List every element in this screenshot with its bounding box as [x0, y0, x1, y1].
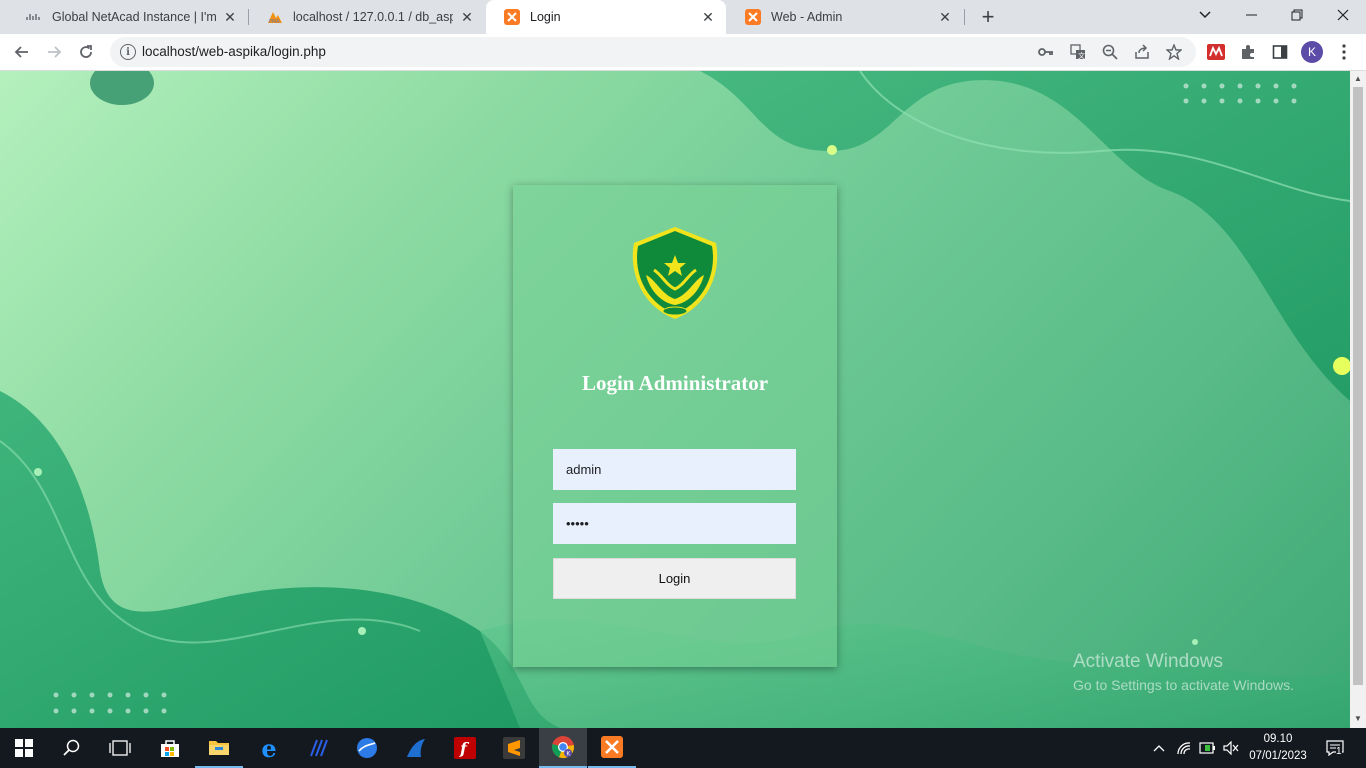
- scroll-down-arrow-icon[interactable]: ▼: [1354, 714, 1362, 723]
- watermark-subtitle: Go to Settings to activate Windows.: [1073, 677, 1294, 693]
- cisco-icon: [26, 9, 42, 25]
- close-tab-icon[interactable]: ✕: [222, 9, 238, 25]
- clock-time: 09.10: [1263, 733, 1293, 745]
- taskbar-store[interactable]: [146, 728, 194, 768]
- activate-windows-watermark: Activate Windows Go to Settings to activ…: [1073, 651, 1294, 693]
- svg-text:文: 文: [1078, 51, 1085, 60]
- zoom-icon[interactable]: [1102, 44, 1118, 60]
- taskbar-edge[interactable]: e: [245, 728, 293, 768]
- scroll-up-arrow-icon[interactable]: ▲: [1354, 74, 1362, 83]
- page-viewport: Login Administrator admin ••••• Login Ac…: [0, 71, 1350, 728]
- xampp-icon: [601, 736, 623, 758]
- site-info-icon[interactable]: i: [120, 44, 136, 60]
- tab-separator: [964, 9, 965, 25]
- watermark-title: Activate Windows: [1073, 651, 1223, 672]
- chrome-icon: K: [552, 736, 574, 759]
- login-button[interactable]: Login: [553, 558, 796, 599]
- key-icon[interactable]: [1038, 44, 1054, 60]
- tab-netacad[interactable]: Global NetAcad Instance | I'm Le ✕: [8, 0, 248, 34]
- tab-search-icon[interactable]: [1182, 0, 1228, 30]
- close-window-button[interactable]: [1320, 0, 1366, 30]
- network-icon[interactable]: [1174, 728, 1194, 768]
- notification-center[interactable]: 1: [1322, 728, 1348, 768]
- battery-icon[interactable]: [1198, 728, 1218, 768]
- task-view-button[interactable]: [96, 728, 144, 768]
- minimize-button[interactable]: [1228, 0, 1274, 30]
- taskbar-app-globe[interactable]: [343, 728, 391, 768]
- back-button[interactable]: [8, 38, 36, 66]
- translate-icon[interactable]: 文: [1070, 44, 1086, 60]
- close-tab-icon[interactable]: ✕: [700, 9, 716, 25]
- taskbar-app-blue[interactable]: [294, 728, 342, 768]
- start-button[interactable]: [0, 728, 48, 768]
- xampp-icon: [504, 9, 520, 25]
- reload-button[interactable]: [72, 38, 100, 66]
- volume-muted-icon[interactable]: [1221, 728, 1241, 768]
- xampp-icon: [745, 9, 761, 25]
- close-tab-icon[interactable]: ✕: [459, 9, 475, 25]
- profile-avatar[interactable]: K: [1301, 41, 1323, 63]
- globe-icon: [357, 738, 377, 758]
- tab-web-admin[interactable]: Web - Admin ✕: [727, 0, 963, 34]
- fin-icon: [407, 739, 425, 757]
- search-icon: [63, 739, 80, 756]
- taskbar-app-fin[interactable]: [392, 728, 440, 768]
- bookmark-star-icon[interactable]: [1166, 44, 1182, 60]
- login-card: Login Administrator admin ••••• Login: [513, 185, 837, 667]
- side-panel-icon[interactable]: [1270, 42, 1290, 62]
- windows-icon: [15, 739, 33, 757]
- clock-date: 07/01/2023: [1249, 750, 1307, 762]
- page-title: Login Administrator: [581, 371, 769, 395]
- tab-title: Global NetAcad Instance | I'm Le: [52, 10, 216, 24]
- sublime-icon: [503, 737, 525, 759]
- extension-red-icon[interactable]: [1206, 42, 1226, 62]
- new-tab-button[interactable]: +: [976, 4, 1000, 29]
- university-logo: [632, 227, 718, 319]
- taskbar-chrome[interactable]: K: [539, 728, 587, 768]
- app-blue-icon: [310, 739, 328, 757]
- url-text: localhost/web-aspika/login.php: [142, 44, 326, 59]
- forward-button[interactable]: [40, 38, 68, 66]
- windows-taskbar: e f K 09.10 07/01/2023 1: [0, 728, 1366, 768]
- tab-title: Login: [530, 10, 561, 24]
- taskbar-file-explorer[interactable]: [195, 728, 243, 768]
- filezilla-icon: f: [454, 737, 476, 759]
- close-tab-icon[interactable]: ✕: [937, 9, 953, 25]
- username-field[interactable]: admin: [553, 449, 796, 490]
- tab-phpmyadmin[interactable]: PMA localhost / 127.0.0.1 / db_aspika ✕: [249, 0, 485, 34]
- system-clock[interactable]: 09.10 07/01/2023: [1248, 731, 1308, 765]
- notification-count-badge: 1: [1336, 746, 1342, 757]
- extensions-puzzle-icon[interactable]: [1238, 42, 1258, 62]
- search-button[interactable]: [48, 728, 96, 768]
- scrollbar-thumb[interactable]: [1353, 87, 1363, 685]
- svg-text:PMA: PMA: [269, 19, 280, 24]
- folder-icon: [209, 741, 229, 755]
- store-icon: [161, 740, 179, 757]
- browser-toolbar: i localhost/web-aspika/login.php 文 K: [0, 34, 1366, 71]
- edge-icon: e: [261, 733, 277, 763]
- menu-kebab-icon[interactable]: [1334, 42, 1354, 62]
- taskbar-sublime[interactable]: [490, 728, 538, 768]
- tab-title: localhost / 127.0.0.1 / db_aspika: [293, 10, 453, 24]
- tab-strip: Global NetAcad Instance | I'm Le ✕ PMA l…: [0, 0, 1366, 34]
- taskbar-filezilla[interactable]: f: [441, 728, 489, 768]
- password-field[interactable]: •••••: [553, 503, 796, 544]
- tray-chevron-icon[interactable]: [1150, 728, 1168, 768]
- share-icon[interactable]: [1134, 44, 1150, 60]
- restore-button[interactable]: [1274, 0, 1320, 30]
- task-view-icon: [109, 740, 131, 756]
- tab-title: Web - Admin: [771, 10, 843, 24]
- phpmyadmin-icon: PMA: [267, 9, 283, 25]
- taskbar-xampp[interactable]: [588, 728, 636, 768]
- tab-login[interactable]: Login ✕: [486, 0, 726, 34]
- address-bar[interactable]: i localhost/web-aspika/login.php 文: [110, 37, 1196, 67]
- page-scrollbar[interactable]: ▲ ▼: [1350, 71, 1366, 728]
